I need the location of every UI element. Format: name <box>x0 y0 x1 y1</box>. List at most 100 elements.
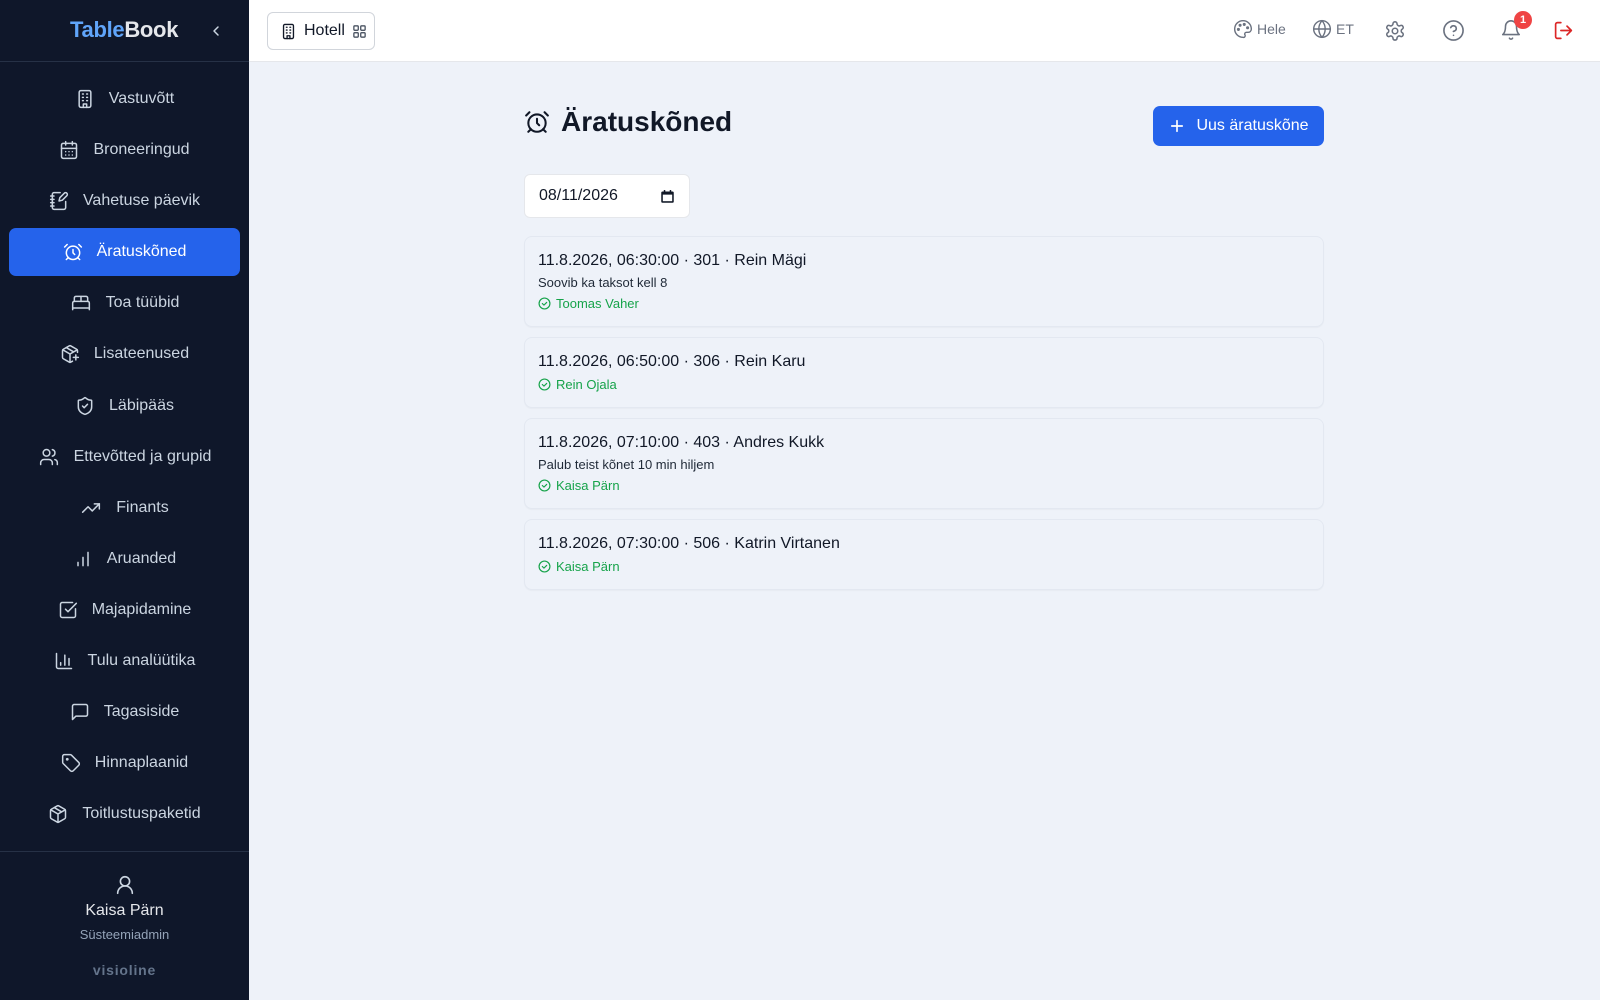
language-label: ET <box>1336 21 1354 37</box>
sidebar-item-labipaas[interactable]: Läbipääs <box>9 382 240 430</box>
gear-icon <box>1386 21 1404 41</box>
bed-icon <box>71 295 90 311</box>
palette-icon <box>1233 19 1253 39</box>
app-logo[interactable]: TableBook <box>70 17 178 43</box>
check-square-icon <box>59 601 77 619</box>
sidebar-item-vastuvott[interactable]: Vastuvõtt <box>9 75 240 123</box>
wakeup-call-completed-by: Rein Ojala <box>538 376 1310 393</box>
building-icon <box>282 23 295 39</box>
sidebar-item-aratuskoned[interactable]: Äratuskõned <box>9 228 240 277</box>
check-circle-icon <box>538 560 551 573</box>
package-plus-icon <box>61 345 79 364</box>
sidebar-item-tagasiside[interactable]: Tagasiside <box>9 688 240 736</box>
bar-chart-icon <box>77 551 89 567</box>
sidebar-item-vahetuse-paevik[interactable]: Vahetuse päevik <box>9 177 240 225</box>
sidebar-item-label: Ettevõtted ja grupid <box>73 447 212 465</box>
theme-label: Hele <box>1257 21 1286 37</box>
wakeup-call-note: Palub teist kõnet 10 min hiljem <box>538 457 715 472</box>
sidebar-item-label: Toitlustuspaketid <box>82 805 201 823</box>
sidebar-item-label: Vastuvõtt <box>108 90 175 107</box>
wakeup-call-completed-by: Kaisa Pärn <box>538 477 1310 494</box>
sidebar-item-majapidamine[interactable]: Majapidamine <box>9 586 240 634</box>
message-square-icon <box>71 703 88 721</box>
wakeup-call-completed-by: Toomas Vaher <box>538 295 1310 312</box>
notebook-pen-icon <box>49 192 68 211</box>
sidebar-item-hinnaplaanid[interactable]: Hinnaplaanid <box>9 739 240 787</box>
sidebar-item-toa-tuubid[interactable]: Toa tüübid <box>9 279 240 327</box>
tag-icon <box>61 754 80 773</box>
theme-toggle[interactable]: Hele <box>1233 19 1286 39</box>
sidebar-item-label: Äratuskõned <box>96 243 187 261</box>
sidebar-item-toitlustuspaketid[interactable]: Toitlustuspaketid <box>9 790 240 838</box>
wakeup-call-completed-by: Kaisa Pärn <box>538 558 1310 575</box>
wakeup-call-list: 11.8.2026, 06:30:00 · 301 · Rein Mägi So… <box>524 236 1324 600</box>
sidebar-header: TableBook <box>0 0 249 62</box>
sidebar-item-label: Toa tüübid <box>105 294 180 312</box>
sidebar-item-label: Lisateenused <box>93 345 190 363</box>
sidebar-item-label: Tulu analüütika <box>87 652 196 670</box>
plus-icon <box>1171 119 1184 133</box>
user-avatar[interactable] <box>0 874 249 896</box>
check-circle-icon <box>538 479 551 492</box>
brand-label: visioline <box>92 962 157 978</box>
date-filter-input[interactable]: 08/11/2026 <box>524 174 690 218</box>
wakeup-call-title: 11.8.2026, 06:30:00 · 301 · Rein Mägi <box>538 252 807 269</box>
sidebar-item-lisateenused[interactable]: Lisateenused <box>9 330 240 378</box>
sidebar-item-label: Aruanded <box>106 549 177 567</box>
date-value: 08/11/2026 <box>539 187 618 204</box>
wakeup-call-card[interactable]: 11.8.2026, 06:50:00 · 306 · Rein Karu Re… <box>524 337 1324 408</box>
sidebar: TableBook Vastuvõtt Broneeringud Vahetus… <box>0 0 249 1000</box>
page-title: Äratuskõned <box>524 106 732 138</box>
sidebar-item-label: Finants <box>116 498 169 516</box>
main-content: Äratuskõned Uus äratuskõne 08/11/2026 11… <box>524 104 1324 590</box>
sidebar-item-aruanded[interactable]: Aruanded <box>9 535 240 583</box>
chart-columns-icon <box>55 652 72 670</box>
check-circle-icon <box>538 297 551 310</box>
shield-check-icon <box>77 396 93 415</box>
calendar-icon[interactable] <box>660 189 675 204</box>
wakeup-call-title: 11.8.2026, 07:10:00 · 403 · Andres Kukk <box>538 434 825 451</box>
wakeup-call-title: 11.8.2026, 07:30:00 · 506 · Katrin Virta… <box>538 535 840 552</box>
property-label: Hotell <box>304 22 345 39</box>
user-role: Süsteemiadmin <box>79 927 170 942</box>
logout-icon <box>1554 21 1573 40</box>
logout-button[interactable] <box>1553 20 1574 41</box>
building-icon <box>78 89 92 109</box>
wakeup-call-card[interactable]: 11.8.2026, 06:30:00 · 301 · Rein Mägi So… <box>524 236 1324 327</box>
alarm-clock-icon <box>525 111 549 133</box>
check-circle-icon <box>538 378 551 391</box>
property-switcher-button[interactable]: Hotell <box>267 12 375 50</box>
collapse-sidebar-button[interactable] <box>206 21 226 41</box>
users-icon <box>39 448 58 465</box>
sidebar-user-panel: Kaisa Pärn Süsteemiadmin visioline <box>0 851 249 1000</box>
language-switcher[interactable]: ET <box>1312 19 1354 39</box>
trending-up-icon <box>82 502 101 513</box>
sidebar-item-ettevotted-ja-grupid[interactable]: Ettevõtted ja grupid <box>9 433 240 481</box>
help-circle-icon <box>1443 20 1464 41</box>
alarm-clock-icon <box>63 244 82 261</box>
sidebar-item-broneeringud[interactable]: Broneeringud <box>9 126 240 174</box>
topbar: Hotell Hele ET 1 <box>249 0 1600 62</box>
wakeup-call-title: 11.8.2026, 06:50:00 · 306 · Rein Karu <box>538 353 806 370</box>
grid-icon <box>353 24 366 38</box>
chevron-left-icon <box>213 26 219 36</box>
wakeup-call-card[interactable]: 11.8.2026, 07:30:00 · 506 · Katrin Virta… <box>524 519 1324 590</box>
notifications-button[interactable]: 1 <box>1500 11 1532 41</box>
wakeup-call-card[interactable]: 11.8.2026, 07:10:00 · 403 · Andres Kukk … <box>524 418 1324 509</box>
new-wakeup-call-button[interactable]: Uus äratuskõne <box>1153 106 1324 146</box>
page-header: Äratuskõned Uus äratuskõne <box>524 104 1324 148</box>
settings-button[interactable] <box>1384 20 1406 42</box>
sidebar-item-finants[interactable]: Finants <box>9 484 240 532</box>
sidebar-item-label: Hinnaplaanid <box>94 754 189 772</box>
globe-icon <box>1312 19 1332 39</box>
user-name: Kaisa Pärn <box>85 902 164 919</box>
sidebar-item-tulu-analuutika[interactable]: Tulu analüütika <box>9 637 240 685</box>
sidebar-item-label: Vahetuse päevik <box>82 192 201 210</box>
user-icon <box>116 875 133 895</box>
box-icon <box>50 805 67 824</box>
wakeup-call-note: Soovib ka taksot kell 8 <box>538 275 668 290</box>
sidebar-item-label: Majapidamine <box>91 600 192 618</box>
notification-count-badge: 1 <box>1514 11 1532 29</box>
help-button[interactable] <box>1442 19 1465 42</box>
sidebar-item-label: Läbipääs <box>109 396 174 414</box>
